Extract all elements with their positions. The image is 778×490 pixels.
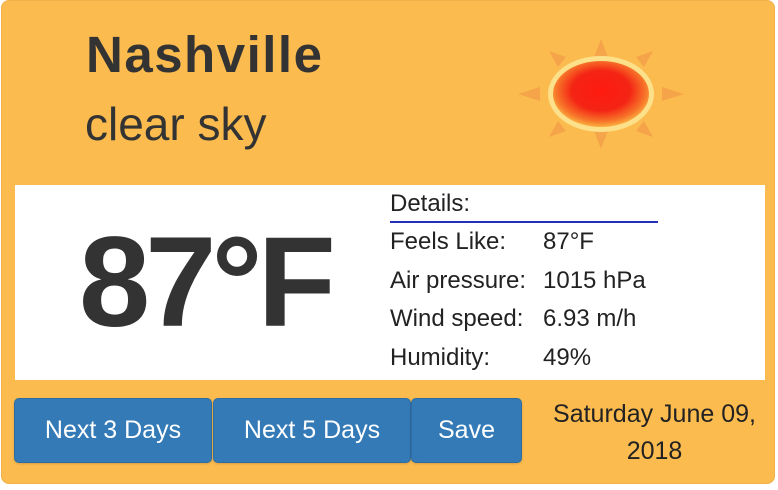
next-5-days-button[interactable]: Next 5 Days [213, 398, 411, 463]
date-line-1: Saturday June 09, [553, 400, 756, 428]
detail-row-humidity: Humidity: 49% [390, 339, 660, 378]
weather-card: Nashville clear sky 87°F Details: Feels … [1, 0, 775, 484]
city-name: Nashville [86, 26, 324, 83]
detail-label: Air pressure: [390, 266, 527, 294]
current-date: Saturday June 09, 2018 [532, 396, 774, 470]
sun-icon [518, 39, 684, 149]
detail-value: 6.93 m/h [543, 305, 637, 332]
date-line-2: 2018 [626, 437, 683, 465]
detail-value: 1015 hPa [543, 266, 646, 294]
next-3-days-button[interactable]: Next 3 Days [14, 398, 212, 463]
temperature: 87°F [79, 211, 336, 354]
detail-value: 87°F [543, 228, 594, 255]
detail-value: 49% [543, 343, 592, 371]
detail-label: Humidity: [390, 343, 491, 371]
details-section: Details: Feels Like: 87°F Air pressure: … [390, 187, 660, 377]
detail-row-air-pressure: Air pressure: 1015 hPa [390, 262, 660, 301]
detail-row-wind-speed: Wind speed: 6.93 m/h [390, 300, 660, 339]
detail-label: Feels Like: [390, 228, 507, 255]
weather-description: clear sky [85, 98, 267, 150]
current-conditions-panel: 87°F Details: Feels Like: 87°F Air press… [15, 185, 765, 380]
detail-row-feels-like: Feels Like: 87°F [390, 223, 660, 262]
details-heading: Details: [390, 187, 658, 223]
detail-label: Wind speed: [390, 305, 524, 332]
save-button[interactable]: Save [411, 398, 522, 463]
